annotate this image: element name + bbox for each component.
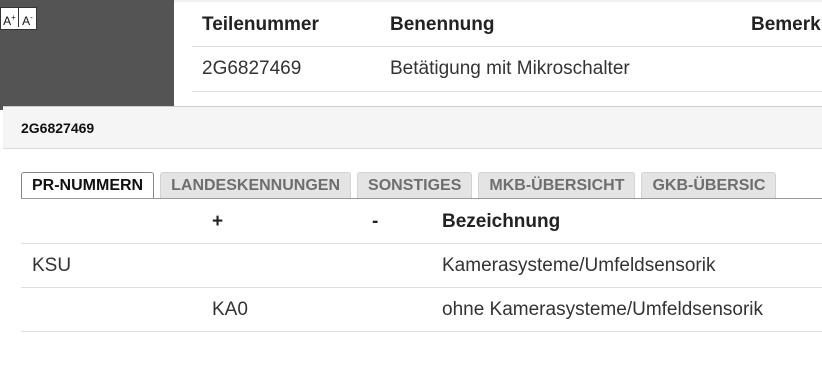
dialog-title: 2G6827469: [21, 119, 95, 136]
pr-minus-cell: [372, 243, 442, 288]
table-row[interactable]: KA0 ohne Kamerasysteme/Umfeldsensorik: [21, 287, 822, 332]
pr-description-cell: Kamerasysteme/Umfeldsensorik: [442, 243, 822, 288]
pr-minus-cell: [372, 287, 442, 332]
font-increase-mark: +: [11, 13, 16, 22]
tab-landeskennungen[interactable]: LANDESKENNUNGEN: [160, 172, 352, 198]
tab-sonstiges[interactable]: SONSTIGES: [357, 172, 473, 198]
column-header-teilenummer[interactable]: Teilenummer: [192, 3, 380, 47]
pr-description-cell: ohne Kamerasysteme/Umfeldsensorik: [442, 287, 822, 332]
part-detail-dialog: 2G6827469 PR-NUMMERN LANDESKENNUNGEN SON…: [3, 106, 822, 367]
part-name-cell: Betätigung mit Mikroschalter: [380, 46, 741, 92]
pr-family-cell: [21, 287, 212, 332]
font-decrease-letter: A: [22, 14, 31, 28]
column-header-bemerkung[interactable]: Bemerk: [741, 3, 822, 47]
pr-family-cell: KSU: [21, 243, 212, 288]
column-header-benennung[interactable]: Benennung: [380, 3, 741, 47]
tab-pr-nummern[interactable]: PR-NUMMERN: [21, 172, 155, 199]
top-divider: [174, 0, 822, 2]
dialog-header: 2G6827469: [3, 107, 822, 149]
column-header-minus[interactable]: -: [372, 200, 442, 244]
remark-cell: [741, 46, 822, 92]
column-header-bezeichnung[interactable]: Bezeichnung: [442, 200, 822, 244]
column-header-pr: [21, 200, 212, 244]
parts-table-header: Teilenummer Benennung Bemerk: [192, 3, 822, 47]
part-number-cell: 2G6827469: [192, 46, 380, 92]
pr-plus-cell: [212, 243, 372, 288]
pr-numbers-table: + - Bezeichnung KSU Kamerasysteme/Umfeld…: [21, 200, 822, 332]
parts-table: Teilenummer Benennung Bemerk 2G6827469 B…: [192, 3, 822, 92]
font-increase-button[interactable]: A+: [1, 8, 19, 28]
tab-gkb-uebersicht[interactable]: GKB-ÜBERSIC: [641, 172, 777, 198]
dialog-tabs: PR-NUMMERN LANDESKENNUNGEN SONSTIGES MKB…: [21, 172, 777, 199]
pr-plus-cell: KA0: [212, 287, 372, 332]
column-header-plus[interactable]: +: [212, 200, 372, 244]
font-decrease-mark: -: [30, 13, 33, 22]
font-size-tools: A+ A-: [0, 7, 37, 30]
font-increase-letter: A: [3, 14, 12, 28]
tabs-divider: [21, 198, 822, 199]
table-row[interactable]: KSU Kamerasysteme/Umfeldsensorik: [21, 243, 822, 288]
tab-mkb-uebersicht[interactable]: MKB-ÜBERSICHT: [478, 172, 636, 198]
table-row[interactable]: 2G6827469 Betätigung mit Mikroschalter: [192, 46, 822, 92]
font-decrease-button[interactable]: A-: [19, 8, 36, 28]
pr-table-header: + - Bezeichnung: [21, 200, 822, 244]
